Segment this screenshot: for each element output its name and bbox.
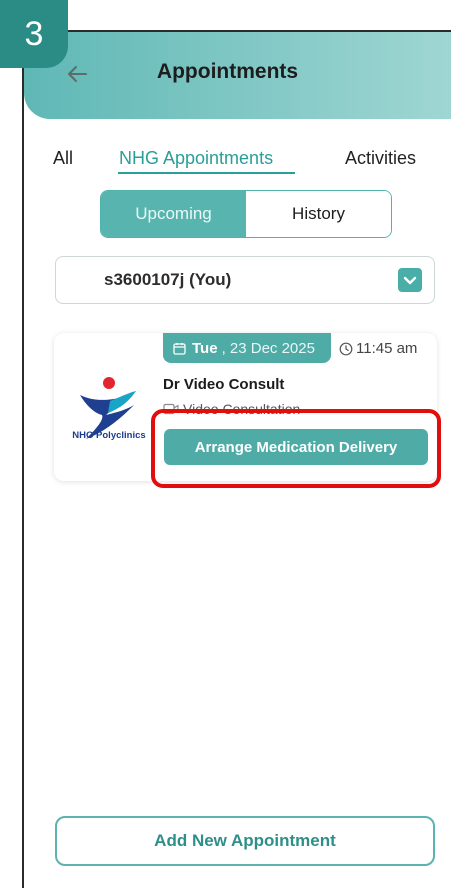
- consultation-type: Video Consultation: [163, 401, 300, 417]
- chevron-down-icon: [398, 268, 422, 292]
- upcoming-history-toggle: Upcoming History: [100, 190, 392, 238]
- arrange-medication-delivery-button[interactable]: Arrange Medication Delivery: [164, 429, 428, 465]
- video-icon: [163, 403, 179, 415]
- appointment-day: Tue: [192, 339, 218, 357]
- appointment-card[interactable]: NHG Polyclinics Tue , 23 Dec 2025 11:45 …: [54, 333, 437, 481]
- clinic-logo-text: NHG Polyclinics: [72, 430, 146, 441]
- tab-nhg-appointments[interactable]: NHG Appointments: [119, 148, 273, 169]
- patient-selected-value: s3600107j (You): [104, 270, 232, 289]
- step-badge: 3: [0, 0, 68, 68]
- nhg-polyclinics-logo: [80, 377, 136, 439]
- clock-icon: [339, 342, 353, 355]
- tab-all[interactable]: All: [53, 148, 73, 169]
- history-segment-button[interactable]: History: [246, 191, 391, 237]
- calendar-icon: [173, 342, 186, 355]
- appointment-date: , 23 Dec 2025: [221, 339, 315, 357]
- patient-dropdown[interactable]: s3600107j (You): [55, 256, 435, 304]
- consultation-type-text: Video Consultation: [183, 401, 301, 417]
- tab-activities[interactable]: Activities: [345, 148, 416, 169]
- appointment-date-pill: Tue , 23 Dec 2025: [163, 333, 331, 363]
- app-header: Appointments: [24, 32, 451, 119]
- add-new-appointment-button[interactable]: Add New Appointment: [55, 816, 435, 866]
- page-title: Appointments: [156, 60, 299, 83]
- appointment-time-text: 11:45 am: [356, 340, 418, 357]
- doctor-name: Dr Video Consult: [163, 376, 285, 393]
- upcoming-segment-button[interactable]: Upcoming: [101, 191, 246, 237]
- appointment-time: 11:45 am: [339, 340, 417, 357]
- active-tab-underline: [118, 172, 295, 174]
